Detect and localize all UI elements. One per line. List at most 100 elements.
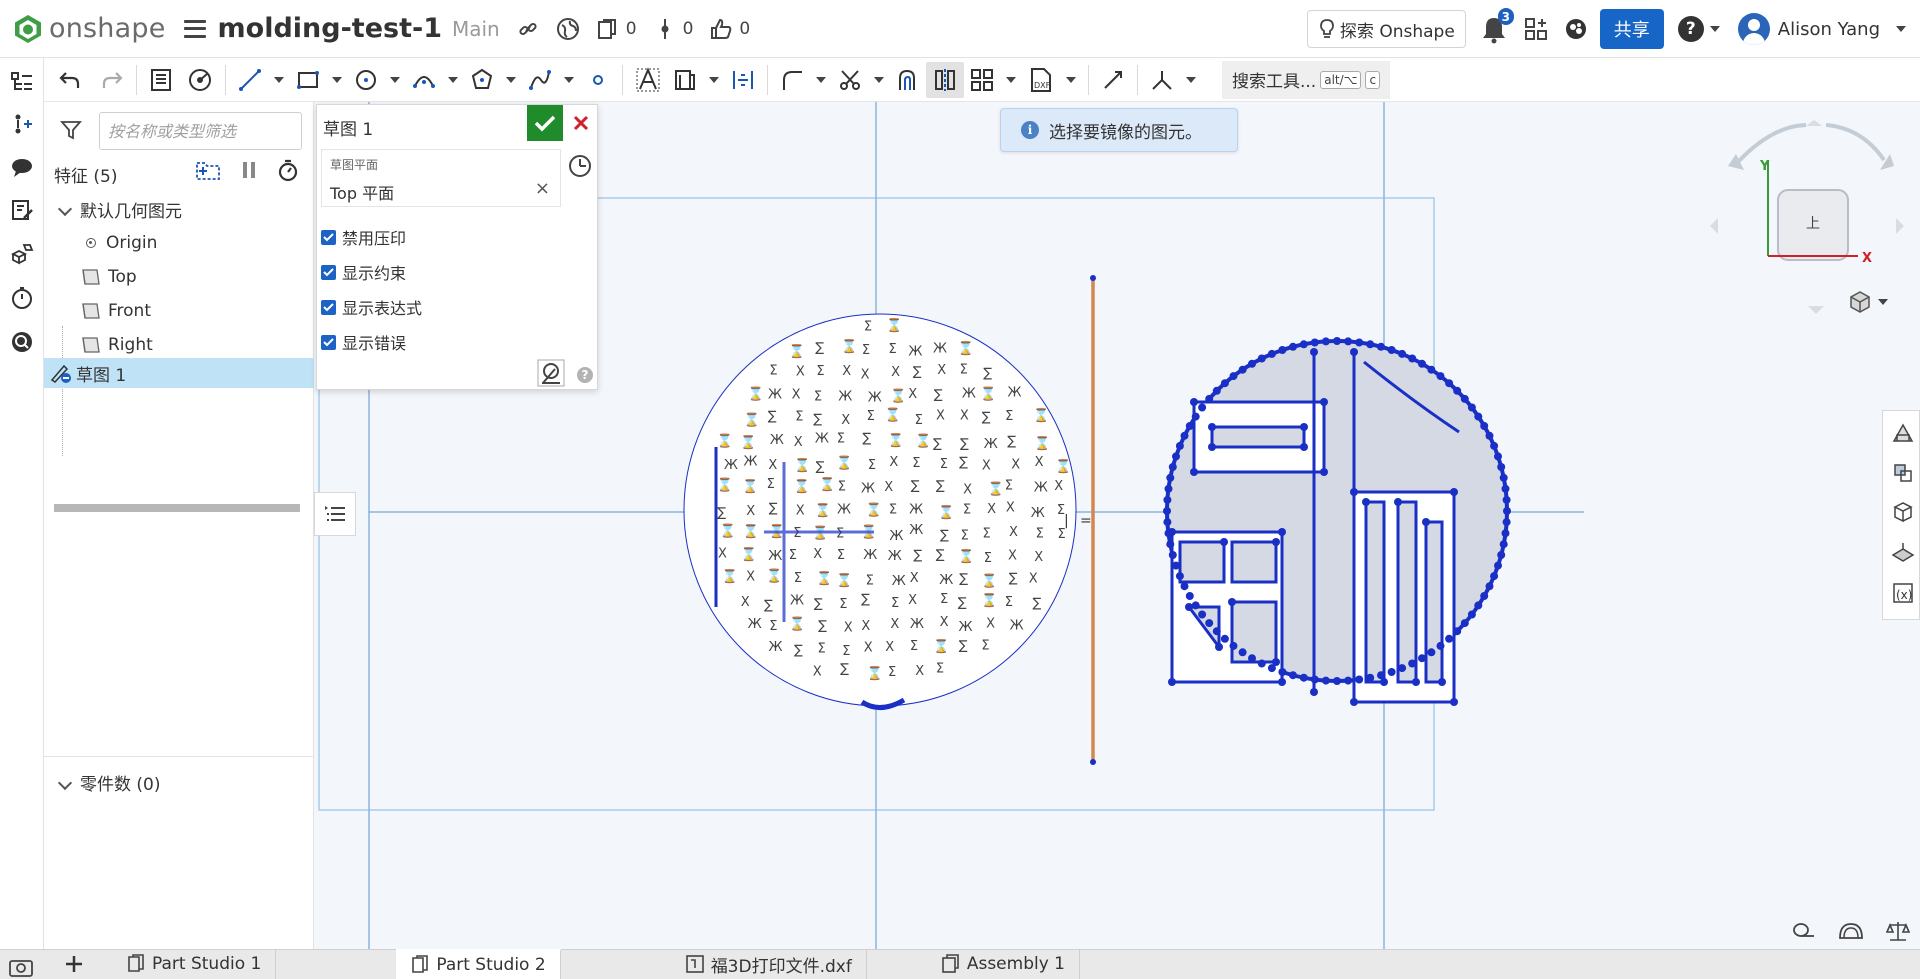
notifications-bell-icon[interactable]: 3 bbox=[1480, 8, 1514, 44]
named-views-icon[interactable] bbox=[1891, 541, 1915, 565]
chevron-down-icon[interactable] bbox=[1186, 76, 1196, 83]
appearance-icon[interactable] bbox=[1891, 421, 1915, 445]
chevron-down-icon[interactable] bbox=[1066, 76, 1076, 83]
dialog-help-icon[interactable]: ? bbox=[577, 367, 593, 383]
pause-icon[interactable] bbox=[241, 160, 257, 180]
checkbox-show-expressions[interactable]: 显示表达式 bbox=[321, 295, 422, 319]
checkbox-checked-icon[interactable] bbox=[321, 334, 336, 350]
view-normal-icon[interactable] bbox=[567, 153, 593, 179]
view-options-menu[interactable] bbox=[1848, 290, 1888, 314]
checkbox-checked-icon[interactable] bbox=[321, 264, 336, 280]
link-icon[interactable] bbox=[516, 17, 540, 41]
pattern-tool[interactable] bbox=[964, 62, 1022, 98]
cancel-button[interactable] bbox=[567, 109, 595, 137]
chevron-down-icon[interactable] bbox=[57, 201, 73, 217]
feature-tree-icon[interactable] bbox=[10, 70, 34, 94]
construction-tool[interactable] bbox=[1095, 62, 1131, 98]
point-tool[interactable] bbox=[580, 62, 616, 98]
circle-tool[interactable] bbox=[348, 62, 406, 98]
brand[interactable]: onshape bbox=[12, 13, 166, 45]
tab-part-studio-2[interactable]: Part Studio 2 bbox=[396, 949, 561, 979]
parts-icon[interactable] bbox=[10, 242, 34, 266]
add-folder-icon[interactable] bbox=[195, 159, 221, 181]
rebuild-timer-icon[interactable] bbox=[277, 158, 299, 182]
add-tab-button[interactable] bbox=[52, 949, 96, 979]
checkbox-show-errors[interactable]: 显示错误 bbox=[321, 330, 406, 354]
comments-icon[interactable] bbox=[10, 156, 34, 180]
learning-center-icon[interactable] bbox=[1564, 17, 1588, 41]
chevron-down-icon[interactable] bbox=[390, 76, 400, 83]
variables-table-icon[interactable]: (x) bbox=[1891, 581, 1915, 605]
section-view-icon[interactable] bbox=[1891, 461, 1915, 485]
sketch-plane-field[interactable]: 草图平面 Top 平面 × bbox=[321, 149, 561, 207]
offset-tool[interactable] bbox=[890, 62, 926, 98]
versions-icon[interactable] bbox=[653, 17, 677, 41]
polygon-tool[interactable] bbox=[464, 62, 522, 98]
tree-item-sketch-1[interactable]: 草图 1 bbox=[44, 358, 314, 388]
chevron-down-icon[interactable] bbox=[332, 76, 342, 83]
app-store-icon[interactable] bbox=[1524, 17, 1548, 41]
redo-button[interactable] bbox=[94, 62, 130, 98]
measure-tape-icon[interactable] bbox=[1792, 920, 1816, 940]
text-tool[interactable] bbox=[629, 62, 667, 98]
feature-filter-input[interactable] bbox=[99, 112, 302, 150]
share-button[interactable]: 共享 bbox=[1599, 9, 1664, 49]
user-name[interactable]: Alison Yang bbox=[1778, 19, 1880, 40]
camera-icon[interactable] bbox=[8, 956, 34, 978]
document-name[interactable]: molding-test-1 bbox=[218, 13, 442, 44]
branch-label[interactable]: Main bbox=[452, 17, 500, 41]
checkbox-disable-imprint[interactable]: 禁用压印 bbox=[321, 225, 406, 249]
spline-tool[interactable] bbox=[522, 62, 580, 98]
checkbox-checked-icon[interactable] bbox=[321, 229, 336, 245]
mass-properties-icon[interactable] bbox=[1838, 920, 1864, 940]
chevron-down-icon[interactable] bbox=[274, 76, 284, 83]
measure-tool-button[interactable] bbox=[181, 62, 219, 98]
variables-icon[interactable] bbox=[10, 112, 34, 136]
trim-tool[interactable] bbox=[832, 62, 890, 98]
rollback-bar[interactable] bbox=[54, 504, 300, 512]
edit-notes-icon[interactable] bbox=[10, 198, 34, 222]
tab-part-studio-1[interactable]: Part Studio 1 bbox=[112, 949, 277, 979]
parts-group[interactable]: 零件数 (0) bbox=[44, 770, 160, 795]
user-avatar[interactable] bbox=[1737, 13, 1770, 45]
chevron-down-icon[interactable] bbox=[57, 775, 73, 790]
rectangle-tool[interactable] bbox=[290, 62, 348, 98]
mirror-tool[interactable] bbox=[926, 61, 964, 98]
feature-list-button[interactable] bbox=[143, 62, 181, 98]
line-tool[interactable] bbox=[232, 62, 290, 98]
scale-balance-icon[interactable] bbox=[1886, 920, 1910, 942]
checkbox-show-constraints[interactable]: 显示约束 bbox=[321, 260, 406, 284]
chevron-down-icon[interactable] bbox=[709, 76, 719, 83]
chevron-down-icon[interactable] bbox=[874, 76, 884, 83]
tree-item-top-plane[interactable]: Top bbox=[44, 262, 314, 292]
snap-tool[interactable] bbox=[1144, 62, 1202, 98]
toggle-list-button[interactable] bbox=[314, 492, 356, 536]
chevron-down-icon[interactable] bbox=[1006, 76, 1016, 83]
dimension-tool[interactable] bbox=[725, 62, 761, 98]
chevron-down-icon[interactable] bbox=[1878, 299, 1888, 305]
search-find-icon[interactable] bbox=[10, 330, 34, 354]
tree-item-front-plane[interactable]: Front bbox=[44, 296, 314, 326]
search-tools-button[interactable]: 搜索工具... alt/⌥ c bbox=[1222, 60, 1391, 99]
history-timer-icon[interactable] bbox=[10, 286, 34, 310]
help-chevron-down-icon[interactable] bbox=[1709, 26, 1720, 32]
user-chevron-down-icon[interactable] bbox=[1896, 26, 1906, 32]
like-icon[interactable] bbox=[709, 17, 733, 41]
chevron-down-icon[interactable] bbox=[506, 76, 516, 83]
confirm-button[interactable] bbox=[527, 105, 563, 141]
dxf-import-tool[interactable]: DXF bbox=[1022, 62, 1082, 98]
tab-assembly-1[interactable]: Assembly 1 bbox=[927, 949, 1081, 979]
tree-item-right-plane[interactable]: Right bbox=[44, 330, 314, 360]
filter-funnel-icon[interactable] bbox=[60, 120, 82, 140]
use-tool[interactable] bbox=[667, 62, 725, 98]
sketch-settings-icon[interactable] bbox=[537, 359, 565, 387]
tree-item-origin[interactable]: Origin bbox=[44, 228, 314, 258]
tab-dxf-file[interactable]: 福3D打印文件.dxf bbox=[671, 949, 867, 979]
globe-icon[interactable] bbox=[556, 17, 580, 41]
clear-plane-button[interactable]: × bbox=[535, 178, 550, 199]
undo-button[interactable] bbox=[52, 62, 88, 98]
chevron-down-icon[interactable] bbox=[448, 76, 458, 83]
explore-onshape-button[interactable]: 探索 Onshape bbox=[1306, 10, 1466, 48]
arc-tool[interactable] bbox=[406, 62, 464, 98]
fillet-tool[interactable] bbox=[774, 62, 832, 98]
